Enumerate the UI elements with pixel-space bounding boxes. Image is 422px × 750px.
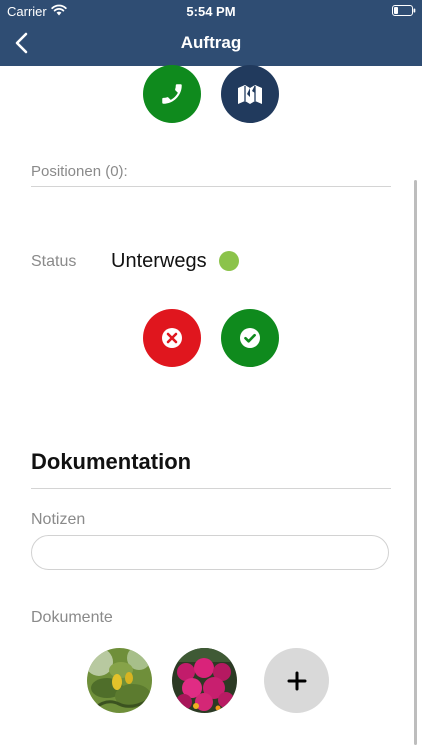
positions-label: Positionen (0):: [31, 163, 128, 180]
confirm-button[interactable]: [221, 309, 279, 367]
navigation-bar: Carrier 5:54 PM Auftrag: [0, 0, 422, 66]
phone-icon: [162, 84, 182, 104]
reject-button[interactable]: [143, 309, 201, 367]
battery-icon: [392, 5, 416, 16]
notes-input[interactable]: [31, 535, 389, 570]
call-button[interactable]: [143, 65, 201, 123]
status-indicator: [219, 251, 239, 271]
document-thumbnail-flowers[interactable]: [172, 648, 237, 713]
clock-time: 5:54 PM: [186, 4, 236, 19]
documentation-heading: Dokumentation: [31, 449, 192, 474]
map-icon: [238, 85, 262, 104]
check-circle-icon: [240, 328, 260, 348]
page-title: Auftrag: [180, 33, 242, 52]
flowers-photo: [172, 648, 237, 713]
document-thumbnail-lemon-tree[interactable]: [87, 648, 152, 713]
documents-label: Dokumente: [31, 609, 113, 626]
documentation-divider: [31, 488, 391, 489]
add-document-button[interactable]: [264, 648, 329, 713]
status-label: Status: [31, 253, 77, 270]
map-button[interactable]: [221, 65, 279, 123]
lemon-tree-photo: [87, 648, 152, 713]
notes-label: Notizen: [31, 511, 86, 528]
status-value: Unterwegs: [111, 250, 207, 272]
scrollbar[interactable]: [414, 180, 417, 745]
positions-divider: [31, 186, 391, 187]
plus-icon: [287, 671, 306, 690]
close-circle-icon: [162, 328, 182, 348]
